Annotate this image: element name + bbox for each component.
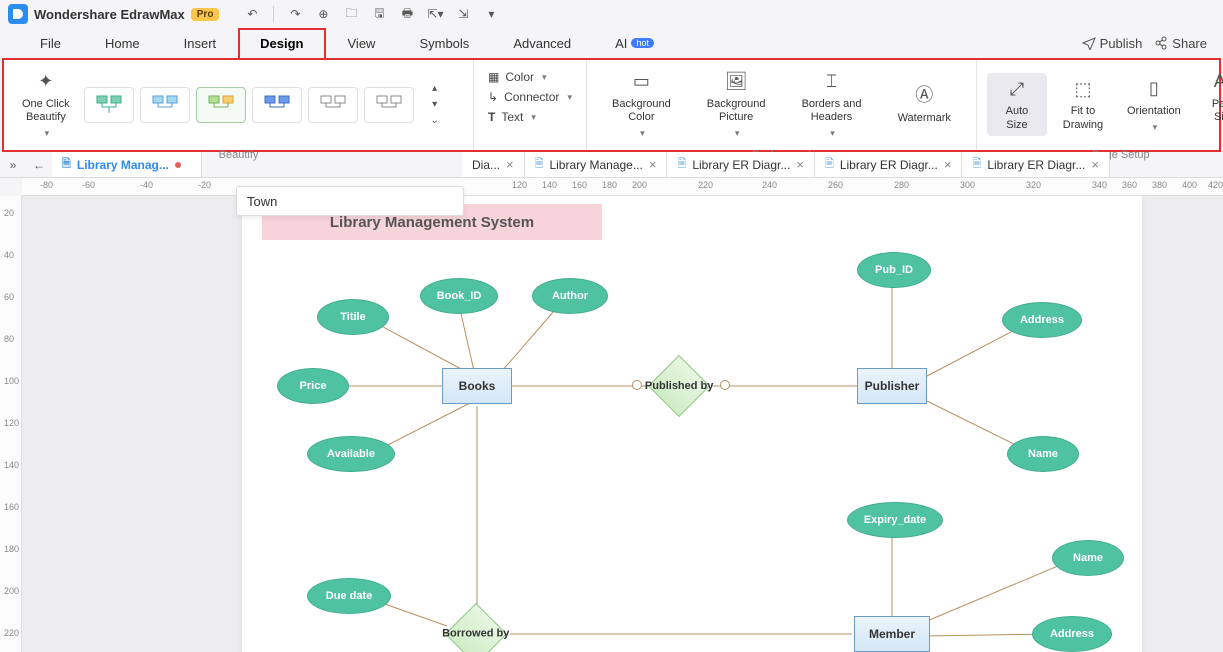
print-icon[interactable]: 🖶 xyxy=(396,3,418,25)
attr-pub-id[interactable]: Pub_ID xyxy=(857,252,931,288)
new-icon[interactable]: ⊕ xyxy=(312,3,334,25)
publish-button[interactable]: Publish xyxy=(1082,36,1143,51)
doc-tab-1[interactable]: Dia... × xyxy=(462,152,525,177)
attr-available[interactable]: Available xyxy=(307,436,395,472)
fit-icon: ⬚ xyxy=(1071,77,1095,101)
attr-due-date[interactable]: Due date xyxy=(307,578,391,614)
watermark-icon: Ⓐ xyxy=(912,84,936,108)
canvas[interactable]: Library Management System Books Titile B… xyxy=(22,196,1223,652)
import-icon[interactable]: ⇲ xyxy=(452,3,474,25)
entity-publisher[interactable]: Publisher xyxy=(857,368,927,404)
menu-view[interactable]: View xyxy=(326,28,398,58)
style-thumb-2[interactable] xyxy=(140,87,190,123)
attr-price[interactable]: Price xyxy=(277,368,349,404)
attr-name2[interactable]: Name xyxy=(1052,540,1124,576)
borders-headers-button[interactable]: ⌶Borders and Headers▾ xyxy=(794,66,870,143)
redo-icon[interactable]: ↷ xyxy=(284,3,306,25)
autosize-icon: ⤢ xyxy=(1005,77,1029,101)
save-icon[interactable]: 🖫 xyxy=(368,3,390,25)
text-icon: T xyxy=(488,110,495,124)
style-thumb-4[interactable] xyxy=(252,87,302,123)
one-click-beautify-button[interactable]: ✦ One Click Beautify▾ xyxy=(14,66,78,143)
attr-book-id[interactable]: Book_ID xyxy=(420,278,498,314)
close-icon[interactable]: × xyxy=(1091,157,1099,172)
menu-advanced[interactable]: Advanced xyxy=(491,28,593,58)
drawing-page[interactable]: Library Management System Books Titile B… xyxy=(242,196,1142,652)
doc-icon: 🗎 xyxy=(972,155,981,174)
app-logo-icon xyxy=(8,4,28,24)
menu-ai[interactable]: AI hot xyxy=(593,28,676,58)
connector-icon: ↳ xyxy=(488,90,498,104)
orientation-icon: ▯ xyxy=(1142,77,1166,101)
close-icon[interactable]: × xyxy=(506,157,514,172)
more-qat-icon[interactable]: ▾ xyxy=(480,3,502,25)
rel-published-by[interactable]: Published by xyxy=(648,355,710,417)
attr-expiry[interactable]: Expiry_date xyxy=(847,502,943,538)
bgcolor-icon: ▭ xyxy=(629,70,653,94)
doc-icon: 🗎 xyxy=(825,155,834,174)
doc-tab-0[interactable]: 🗎 Library Manag... xyxy=(52,152,202,177)
menu-home[interactable]: Home xyxy=(83,28,162,58)
share-button[interactable]: Share xyxy=(1154,36,1207,51)
vertical-ruler: 20 40 60 80 100 120 140 160 180 200 220 xyxy=(0,196,22,652)
fit-to-drawing-button[interactable]: ⬚Fit to Drawing xyxy=(1053,73,1113,135)
page-size-button[interactable]: A4Page Size▾ xyxy=(1195,66,1223,143)
doc-icon: 🗎 xyxy=(62,155,71,174)
doc-tab-3[interactable]: 🗎 Library ER Diagr... × xyxy=(667,152,815,177)
attr-address2[interactable]: Address xyxy=(1032,616,1112,652)
style-thumb-3[interactable] xyxy=(196,87,246,123)
color-menu[interactable]: ▦Color▾ xyxy=(484,68,576,86)
attr-address1[interactable]: Address xyxy=(1002,302,1082,338)
style-thumb-6[interactable] xyxy=(364,87,414,123)
menu-file[interactable]: File xyxy=(18,28,83,58)
close-icon[interactable]: × xyxy=(796,157,804,172)
style-gallery-up-icon[interactable]: ▴ xyxy=(424,82,446,96)
app-title: Wondershare EdrawMax xyxy=(34,7,185,22)
hot-badge: hot xyxy=(631,38,654,48)
tooltip-box: Town xyxy=(236,186,464,216)
entity-member[interactable]: Member xyxy=(854,616,930,652)
doc-tab-4[interactable]: 🗎 Library ER Diagr... × xyxy=(815,152,963,177)
doc-icon: 🗎 xyxy=(677,155,686,174)
text-menu[interactable]: TText▾ xyxy=(484,108,576,126)
watermark-button[interactable]: ⒶWatermark xyxy=(890,80,959,129)
undo-icon[interactable]: ↶ xyxy=(241,3,263,25)
menu-insert[interactable]: Insert xyxy=(162,28,239,58)
background-color-button[interactable]: ▭Background Color▾ xyxy=(604,66,679,143)
rel-borrowed-by[interactable]: Borrowed by xyxy=(445,603,507,652)
cardinality-marker xyxy=(720,380,730,390)
close-icon[interactable]: × xyxy=(649,157,657,172)
menu-design[interactable]: Design xyxy=(238,28,325,58)
doc-tab-2[interactable]: 🗎 Library Manage... × xyxy=(525,152,668,177)
style-gallery-down-icon[interactable]: ▾ xyxy=(424,98,446,112)
connector-menu[interactable]: ↳Connector▾ xyxy=(484,88,576,106)
attr-titile[interactable]: Titile xyxy=(317,299,389,335)
tabs-back-icon[interactable]: ← xyxy=(26,152,52,177)
close-icon[interactable]: × xyxy=(944,157,952,172)
style-thumb-5[interactable] xyxy=(308,87,358,123)
style-gallery-more-icon[interactable]: ⌄ xyxy=(424,114,446,128)
doc-icon: 🗎 xyxy=(535,155,544,174)
doc-tab-5[interactable]: 🗎 Library ER Diagr... × xyxy=(962,152,1110,177)
export-icon[interactable]: ⇱▾ xyxy=(424,3,446,25)
entity-books[interactable]: Books xyxy=(442,368,512,404)
dirty-dot-icon xyxy=(175,162,181,168)
auto-size-button[interactable]: ⤢Auto Size xyxy=(987,73,1047,135)
tabs-scroll-right-icon[interactable]: » xyxy=(0,152,26,177)
bgpicture-icon: 🖼 xyxy=(724,70,748,94)
menu-symbols[interactable]: Symbols xyxy=(397,28,491,58)
attr-author[interactable]: Author xyxy=(532,278,608,314)
palette-icon: ▦ xyxy=(488,70,499,84)
pagesize-icon: A4 xyxy=(1213,70,1223,94)
pro-badge: Pro xyxy=(191,8,220,21)
cardinality-marker xyxy=(632,380,642,390)
horizontal-ruler: -80 -60 -40 -20 120 140 160 180 200 220 … xyxy=(22,178,1223,196)
orientation-button[interactable]: ▯Orientation▾ xyxy=(1119,73,1189,137)
attr-name1[interactable]: Name xyxy=(1007,436,1079,472)
style-thumb-1[interactable] xyxy=(84,87,134,123)
borders-icon: ⌶ xyxy=(820,70,844,94)
sparkle-icon: ✦ xyxy=(34,70,58,94)
open-icon[interactable]: 🗀 xyxy=(340,3,362,25)
background-picture-button[interactable]: 🖼Background Picture▾ xyxy=(699,66,774,143)
